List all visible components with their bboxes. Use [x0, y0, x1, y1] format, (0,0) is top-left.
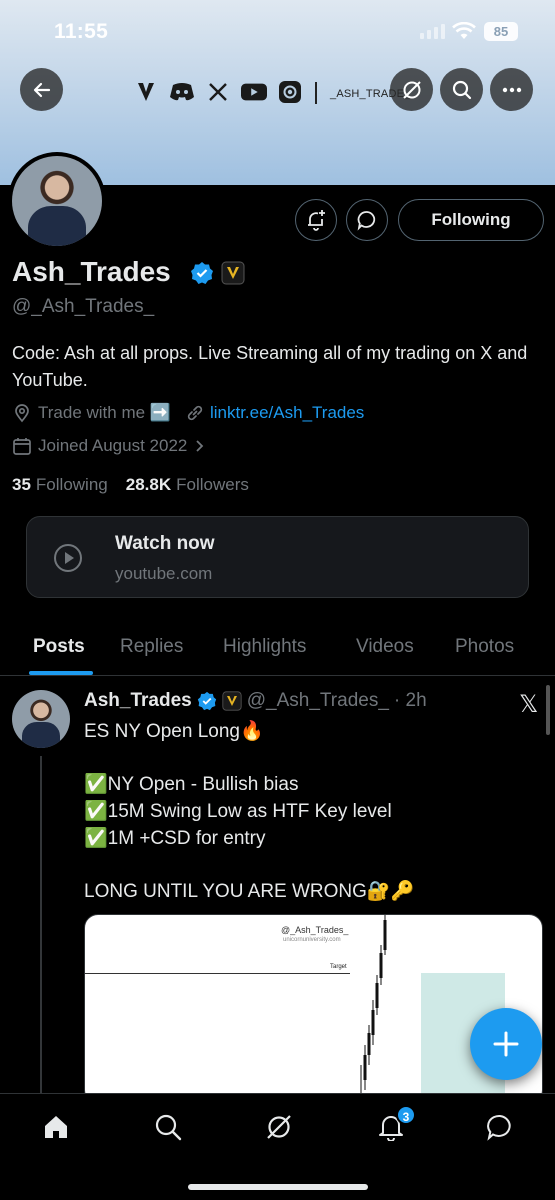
post-avatar[interactable] — [12, 690, 70, 748]
watch-now-card[interactable]: Watch now youtube.com — [26, 516, 529, 598]
tab-videos[interactable]: Videos — [356, 636, 414, 658]
compose-button[interactable] — [470, 1008, 542, 1080]
search-button[interactable] — [440, 68, 483, 111]
affiliate-badge-icon — [222, 691, 242, 711]
post-line: ✅15M Swing Low as HTF Key level — [84, 801, 392, 822]
wifi-icon — [452, 22, 476, 39]
media-site: unicornuniversity.com — [283, 937, 341, 943]
following-stat[interactable]: 35 Following — [12, 475, 108, 495]
card-subtitle: youtube.com — [115, 564, 213, 583]
profile-location: Trade with me ➡️ — [38, 403, 171, 422]
nav-search[interactable] — [153, 1112, 183, 1142]
play-icon — [54, 544, 82, 572]
target-line — [85, 973, 350, 974]
scrollbar[interactable] — [546, 685, 550, 735]
status-bar: 11:55 85 — [0, 0, 555, 62]
chat-bubble-icon — [357, 211, 376, 231]
post-line: ✅1M +CSD for entry — [84, 828, 266, 849]
verified-badge-icon — [191, 262, 213, 284]
following-button[interactable]: Following — [398, 199, 544, 241]
profile-link[interactable]: linktr.ee/Ash_Trades — [210, 403, 364, 423]
post-media-image[interactable]: @_Ash_Trades_ unicornuniversity.com Targ… — [84, 914, 543, 1104]
grok-icon — [402, 80, 421, 99]
x-logo-icon — [205, 79, 231, 105]
search-icon — [452, 80, 471, 99]
profile-bio: Code: Ash at all props. Live Streaming a… — [12, 343, 528, 390]
more-dots-icon — [502, 87, 521, 92]
banner-divider — [315, 82, 317, 104]
post-time: · 2h — [393, 690, 427, 711]
grok-icon — [267, 1115, 291, 1139]
instagram-icon — [277, 79, 303, 105]
arrow-left-icon — [33, 82, 50, 97]
x-logo-icon: 𝕏 — [519, 691, 539, 718]
post-line: LONG UNTIL YOU ARE WRONG🔐🔑 — [84, 881, 415, 902]
nav-home[interactable] — [41, 1112, 71, 1142]
tab-photos[interactable]: Photos — [455, 636, 514, 658]
post-line: ES NY Open Long🔥 — [84, 721, 264, 742]
name-badges — [190, 261, 245, 285]
profile-tabs: Posts Replies Highlights Videos Photos — [0, 620, 555, 676]
joined-date: Joined August 2022 — [38, 436, 188, 455]
post-author-handle: @_Ash_Trades_ — [246, 690, 389, 711]
candlesticks — [360, 915, 387, 1103]
media-watermark: @_Ash_Trades_ — [281, 925, 349, 935]
unicorn-logo-icon — [133, 79, 159, 105]
nav-messages[interactable] — [485, 1112, 515, 1142]
tab-replies[interactable]: Replies — [120, 636, 183, 658]
tab-highlights[interactable]: Highlights — [223, 636, 306, 658]
grok-button[interactable] — [390, 68, 433, 111]
signal-icon — [420, 24, 445, 39]
post-header: Ash_Trades @_Ash_Trades_ · 2h — [84, 690, 427, 712]
active-tab-indicator — [29, 671, 93, 675]
banner-social-icons — [133, 79, 303, 105]
card-title: Watch now — [115, 533, 215, 554]
profile-handle: @_Ash_Trades_ — [12, 296, 155, 317]
link-icon — [187, 405, 203, 421]
message-button[interactable] — [346, 199, 388, 241]
calendar-icon — [13, 438, 31, 455]
plus-icon — [493, 1031, 519, 1057]
affiliate-badge-icon — [221, 261, 245, 285]
notify-button[interactable] — [295, 199, 337, 241]
thread-line — [40, 756, 42, 1096]
joined-row[interactable]: Joined August 2022 — [12, 436, 207, 456]
more-button[interactable] — [490, 68, 533, 111]
notifications-badge: 3 — [396, 1105, 416, 1125]
profile-avatar[interactable] — [8, 152, 106, 250]
discord-icon — [169, 79, 195, 105]
location-pin-icon — [15, 404, 29, 423]
tab-posts[interactable]: Posts — [33, 636, 85, 658]
verified-badge-icon — [197, 691, 216, 711]
chevron-right-icon — [196, 440, 204, 452]
home-icon — [45, 1116, 67, 1138]
battery-icon: 85 — [484, 22, 518, 41]
post-line: ✅NY Open - Bullish bias — [84, 774, 299, 795]
profile-name: Ash_Trades — [12, 256, 171, 287]
search-icon — [155, 1114, 182, 1141]
followers-stat[interactable]: 28.8K Followers — [126, 475, 249, 495]
follow-stats: 35 Following 28.8K Followers — [12, 475, 249, 495]
post-author-name[interactable]: Ash_Trades — [84, 690, 192, 712]
youtube-icon — [241, 79, 267, 105]
home-indicator — [188, 1184, 368, 1190]
target-label: Target — [330, 964, 347, 970]
back-button[interactable] — [20, 68, 63, 111]
chat-bubble-icon — [487, 1114, 511, 1141]
nav-grok[interactable] — [264, 1112, 294, 1142]
bell-plus-icon — [308, 210, 325, 231]
profile-meta-row: Trade with me ➡️ linktr.ee/Ash_Trades — [12, 403, 364, 423]
status-time: 11:55 — [54, 20, 109, 43]
